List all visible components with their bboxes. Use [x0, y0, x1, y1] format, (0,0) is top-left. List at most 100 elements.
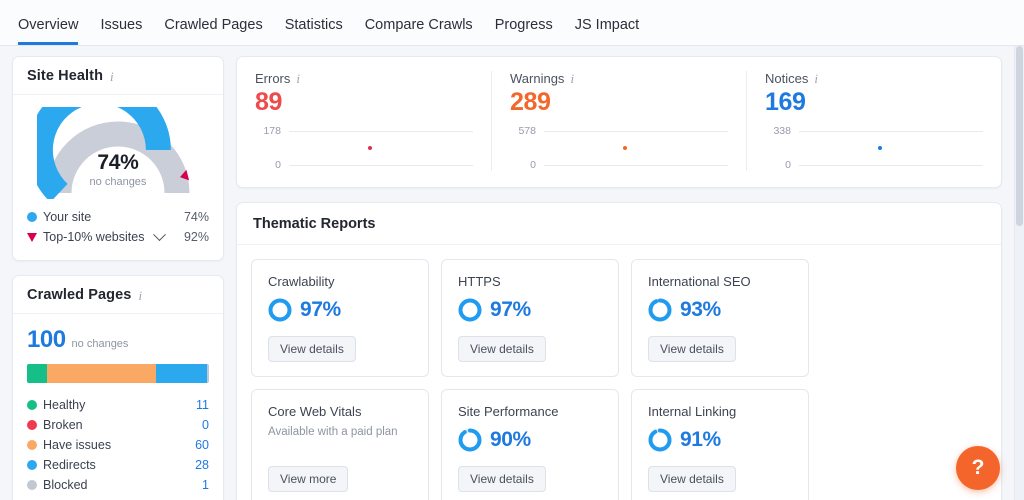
legend-dot-icon [27, 212, 37, 222]
thematic-report-card[interactable]: Core Web Vitals Available with a paid pla… [251, 389, 429, 500]
tab-overview[interactable]: Overview [18, 17, 79, 45]
stat-warnings: Warnings i 289 578 0 [492, 71, 747, 171]
progress-ring-icon [458, 428, 482, 452]
site-health-gauge-wrap: 74% no changes [13, 95, 223, 201]
help-button[interactable]: ? [956, 446, 1000, 490]
legend-value: 28 [195, 458, 209, 472]
thematic-report-card[interactable]: HTTPS 97% View details [441, 259, 619, 377]
sparkline-point [623, 146, 628, 150]
report-title: Core Web Vitals [268, 404, 362, 419]
thematic-report-card[interactable]: International SEO 93% View details [631, 259, 809, 377]
report-title: Site Performance [458, 404, 559, 419]
report-title: Internal Linking [648, 404, 737, 419]
thematic-report-card[interactable]: Internal Linking 91% View details [631, 389, 809, 500]
info-icon[interactable]: i [138, 289, 142, 302]
info-icon[interactable]: i [110, 70, 114, 83]
legend-value: 92% [183, 230, 209, 244]
tab-js-impact[interactable]: JS Impact [575, 17, 639, 45]
thematic-report-card[interactable]: Crawlability 97% View details [251, 259, 429, 377]
view-details-button[interactable]: View details [648, 336, 736, 362]
site-health-gauge: 74% no changes [37, 107, 199, 199]
legend-dot-icon [27, 440, 37, 450]
stat-errors: Errors i 89 178 0 [237, 71, 492, 171]
gridline [289, 164, 473, 166]
gridline [799, 164, 983, 166]
legend-label: Have issues [43, 438, 112, 452]
crawled-pages-title: Crawled Pages [27, 287, 132, 303]
axis-tick-top: 338 [773, 125, 791, 137]
legend-value: 74% [183, 210, 209, 224]
site-health-legend-row: Your site 74% [27, 207, 209, 227]
site-health-header: Site Health i [13, 57, 223, 95]
main-content: Errors i 89 178 0 Warnings i 289 578 0 Notices i 169… [236, 56, 1002, 500]
crawled-pages-legend-row[interactable]: Redirects 28 [27, 455, 209, 475]
stat-value: 289 [510, 88, 551, 116]
stat-sparkline: 178 0 [255, 125, 473, 171]
bar-segment-redirects [156, 364, 208, 383]
thematic-reports-grid: Crawlability 97% View details HTTPS 97% View … [237, 245, 1001, 500]
legend-label: Healthy [43, 398, 86, 412]
info-icon[interactable]: i [570, 72, 574, 85]
legend-value: 1 [202, 478, 209, 492]
site-health-card: Site Health i 74% no changes Your site 74 [12, 56, 224, 261]
legend-label: Your site [43, 210, 92, 224]
progress-ring-icon [648, 298, 672, 322]
view-details-button[interactable]: View details [268, 336, 356, 362]
stat-header: Errors i [255, 71, 473, 86]
crawled-pages-legend-row[interactable]: Have issues 60 [27, 435, 209, 455]
left-sidebar: Site Health i 74% no changes Your site 74 [12, 56, 224, 500]
view-details-button[interactable]: View details [648, 466, 736, 492]
site-health-legend-row[interactable]: Top-10% websites 92% [27, 227, 209, 247]
progress-ring-icon [648, 428, 672, 452]
scrollbar-thumb[interactable] [1016, 46, 1023, 226]
report-percent: 90% [490, 428, 531, 451]
stat-sparkline: 338 0 [765, 125, 983, 171]
tab-statistics[interactable]: Statistics [285, 17, 343, 45]
report-title: International SEO [648, 274, 751, 289]
legend-label: Broken [43, 418, 83, 432]
chevron-down-icon[interactable] [153, 227, 167, 241]
main-tab-bar: Overview Issues Crawled Pages Statistics Com… [0, 0, 1024, 46]
gridline [544, 164, 728, 166]
view-details-button[interactable]: View details [458, 466, 546, 492]
tab-compare-crawls[interactable]: Compare Crawls [365, 17, 473, 45]
crawled-pages-legend-row[interactable]: Blocked 1 [27, 475, 209, 495]
page-scrollbar[interactable] [1014, 46, 1024, 500]
tab-progress[interactable]: Progress [495, 17, 553, 45]
crawled-pages-card: Crawled Pages i 100 no changes Healthy 11… [12, 275, 224, 500]
stat-notices: Notices i 169 338 0 [747, 71, 1001, 171]
sparkline-point [878, 146, 883, 150]
stat-header: Warnings i [510, 71, 728, 86]
view-details-button[interactable]: View details [458, 336, 546, 362]
legend-dot-icon [27, 420, 37, 430]
progress-ring-icon [268, 298, 292, 322]
thematic-reports-card: Thematic Reports Crawlability 97% View det… [236, 202, 1002, 500]
thematic-report-card[interactable]: Site Performance 90% View details [441, 389, 619, 500]
crawled-pages-legend-row[interactable]: Healthy 11 [27, 395, 209, 415]
stat-value: 169 [765, 88, 806, 116]
gauge-percent: 74% [97, 151, 139, 174]
tab-crawled-pages[interactable]: Crawled Pages [164, 17, 262, 45]
gridline [544, 130, 728, 132]
view-details-button[interactable]: View more [268, 466, 349, 492]
tab-issues[interactable]: Issues [100, 17, 142, 45]
issue-stats-card: Errors i 89 178 0 Warnings i 289 578 0 Notices i 169… [236, 56, 1002, 188]
crawled-pages-legend-row[interactable]: Broken 0 [27, 415, 209, 435]
info-icon[interactable]: i [814, 72, 818, 85]
legend-dot-icon [27, 480, 37, 490]
legend-value: 60 [195, 438, 209, 452]
info-icon[interactable]: i [296, 72, 300, 85]
axis-tick-bottom: 0 [785, 159, 791, 171]
gridline [799, 130, 983, 132]
bar-segment-blocked [207, 364, 209, 383]
crawled-pages-legend: Healthy 11 Broken 0 Have issues 60 Redirects 28… [27, 395, 209, 495]
gauge-center-label: 74% no changes [37, 151, 199, 188]
stat-value: 89 [255, 88, 283, 116]
report-title: Crawlability [268, 274, 335, 289]
legend-value: 11 [196, 398, 209, 412]
bar-segment-healthy [27, 364, 48, 383]
legend-dot-icon [27, 400, 37, 410]
crawled-pages-body: 100 no changes Healthy 11 Broken 0 Have issu… [13, 314, 223, 500]
axis-tick-bottom: 0 [275, 159, 281, 171]
report-percent: 97% [300, 298, 341, 321]
